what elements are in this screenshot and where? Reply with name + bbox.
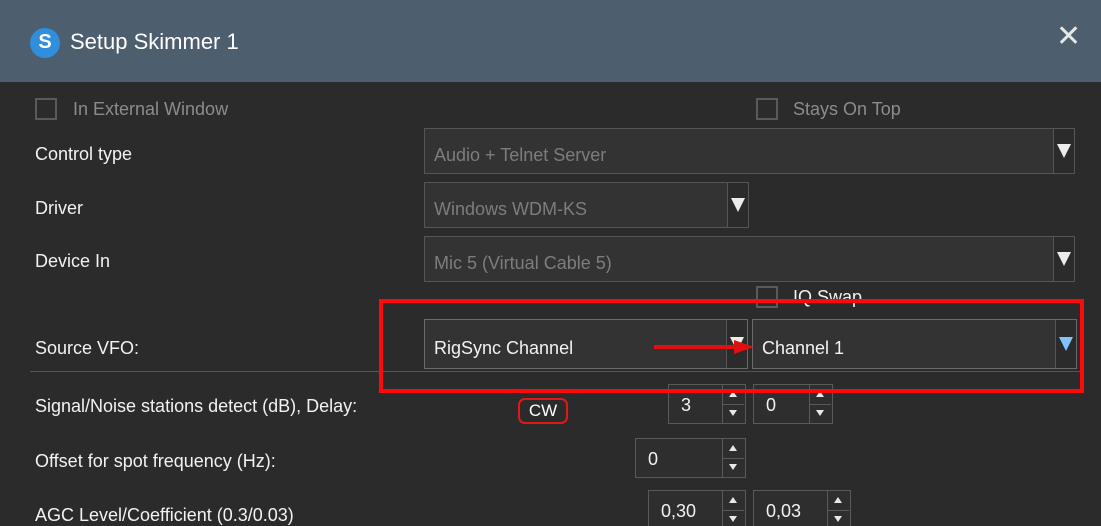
control-type-label: Control type (35, 144, 133, 164)
signal-noise-label: Signal/Noise stations detect (dB), Delay… (35, 396, 358, 416)
delay-value: 0 (766, 395, 777, 415)
snr-value: 3 (681, 395, 692, 415)
agc-coefficient-value: 0,03 (766, 501, 802, 521)
stepper-buttons[interactable] (722, 491, 745, 526)
offset-value: 0 (648, 449, 659, 469)
in-external-window-label: In External Window (73, 99, 229, 119)
agc-level-stepper[interactable]: 0,30 (648, 490, 746, 526)
title-bar[interactable]: S Setup Skimmer 1 ✕ (0, 0, 1101, 82)
driver-dropdown[interactable]: Windows WDM-KS (424, 182, 749, 228)
agc-level-value: 0,30 (661, 501, 697, 521)
cw-mode-badge: CW (518, 398, 568, 424)
stays-on-top-label: Stays On Top (793, 99, 901, 119)
stepper-up-icon[interactable] (729, 445, 737, 451)
stepper-down-icon[interactable] (729, 516, 737, 522)
stepper-down-icon[interactable] (834, 516, 842, 522)
device-in-label: Device In (35, 251, 111, 271)
stays-on-top-checkbox[interactable] (756, 98, 778, 120)
device-in-dropdown[interactable]: Mic 5 (Virtual Cable 5) (424, 236, 1075, 282)
skimmer-app-icon: S (30, 28, 60, 58)
stepper-buttons[interactable] (722, 439, 745, 477)
close-icon[interactable]: ✕ (1056, 22, 1081, 52)
offset-label: Offset for spot frequency (Hz): (35, 451, 276, 471)
driver-value: Windows WDM-KS (434, 199, 588, 219)
stepper-down-icon[interactable] (816, 410, 824, 416)
agc-label: AGC Level/Coefficient (0.3/0.03) (35, 505, 294, 525)
stepper-down-icon[interactable] (729, 410, 737, 416)
chevron-down-icon[interactable] (727, 183, 748, 227)
driver-label: Driver (35, 198, 83, 218)
source-vfo-label: Source VFO: (35, 338, 140, 358)
control-type-dropdown[interactable]: Audio + Telnet Server (424, 128, 1075, 174)
stepper-down-icon[interactable] (729, 464, 737, 470)
red-arrow-icon (654, 340, 754, 354)
window-title: Setup Skimmer 1 (70, 29, 239, 54)
chevron-down-icon[interactable] (1053, 237, 1074, 281)
setup-skimmer-window: S Setup Skimmer 1 ✕ In External Window S… (0, 0, 1101, 526)
stepper-up-icon[interactable] (729, 497, 737, 503)
agc-coefficient-stepper[interactable]: 0,03 (753, 490, 851, 526)
chevron-down-icon[interactable] (1053, 129, 1074, 173)
offset-stepper[interactable]: 0 (635, 438, 746, 478)
control-type-value: Audio + Telnet Server (434, 145, 607, 165)
device-in-value: Mic 5 (Virtual Cable 5) (434, 253, 612, 273)
in-external-window-checkbox[interactable] (35, 98, 57, 120)
stepper-up-icon[interactable] (834, 497, 842, 503)
stepper-buttons[interactable] (827, 491, 850, 526)
